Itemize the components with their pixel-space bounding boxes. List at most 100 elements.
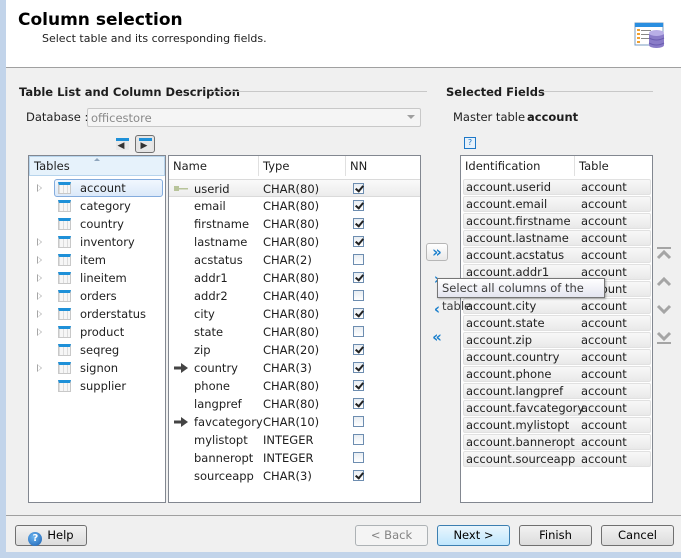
finish-button[interactable]: Finish [519, 525, 592, 546]
move-top-icon[interactable] [656, 246, 672, 262]
selected-field-row[interactable]: account.acstatus account [463, 247, 651, 263]
remove-all-columns-button[interactable]: « [426, 328, 448, 346]
column-row[interactable]: country CHAR(3) [169, 359, 420, 377]
column-header-table[interactable]: Table [575, 156, 652, 176]
not-null-checkbox[interactable] [353, 272, 364, 283]
expand-arrow-icon[interactable] [37, 256, 42, 264]
column-row[interactable]: addr2 CHAR(40) [169, 287, 420, 305]
expand-arrow-icon[interactable] [37, 292, 42, 300]
selected-field-row[interactable]: account.sourceapp account [463, 451, 651, 467]
column-row[interactable]: userid CHAR(80) [169, 179, 420, 197]
column-row[interactable]: mylistopt INTEGER [169, 431, 420, 449]
not-null-checkbox[interactable] [353, 254, 364, 265]
expand-tables-button[interactable]: ▶ [135, 135, 155, 153]
column-row[interactable]: lastname CHAR(80) [169, 233, 420, 251]
column-header-nn[interactable]: NN [346, 156, 420, 176]
table-item-inventory[interactable]: inventory [29, 233, 165, 251]
field-identification: account.city [466, 299, 537, 313]
selected-field-row[interactable]: account.firstname account [463, 213, 651, 229]
selected-field-row[interactable]: account.state account [463, 315, 651, 331]
selected-field-row[interactable]: account.favcategory account [463, 400, 651, 416]
table-item-lineitem[interactable]: lineitem [29, 269, 165, 287]
selected-field-row[interactable]: account.lastname account [463, 230, 651, 246]
selected-fields-table[interactable]: Identification Table account.userid accou… [460, 155, 653, 503]
not-null-checkbox[interactable] [353, 470, 364, 481]
selected-field-row[interactable]: account.city account [463, 298, 651, 314]
selected-field-row[interactable]: account.langpref account [463, 383, 651, 399]
column-row[interactable]: city CHAR(80) [169, 305, 420, 323]
table-item-product[interactable]: product [29, 323, 165, 341]
not-null-checkbox[interactable] [353, 218, 364, 229]
column-row[interactable]: banneropt INTEGER [169, 449, 420, 467]
column-header-name[interactable]: Name [169, 156, 259, 176]
field-identification: account.banneropt [466, 435, 575, 449]
column-type: CHAR(80) [263, 199, 320, 213]
move-up-icon[interactable] [656, 274, 672, 290]
column-row[interactable]: phone CHAR(80) [169, 377, 420, 395]
table-item-seqreg[interactable]: seqreg [29, 341, 165, 359]
not-null-checkbox[interactable] [353, 183, 364, 194]
table-item-account[interactable]: account [29, 179, 165, 197]
expand-arrow-icon[interactable] [37, 238, 42, 246]
next-button[interactable]: Next > [437, 525, 510, 546]
not-null-checkbox[interactable] [353, 200, 364, 211]
selected-field-row[interactable]: account.banneropt account [463, 434, 651, 450]
column-row[interactable]: firstname CHAR(80) [169, 215, 420, 233]
back-button[interactable]: < Back [355, 525, 428, 546]
not-null-checkbox[interactable] [353, 380, 364, 391]
table-item-category[interactable]: category [29, 197, 165, 215]
help-button[interactable]: ? Help [15, 525, 87, 546]
table-item-orderstatus[interactable]: orderstatus [29, 305, 165, 323]
table-item-signon[interactable]: signon [29, 359, 165, 377]
table-icon [58, 290, 71, 302]
tables-tree[interactable]: Tables account category country inventory it… [28, 155, 166, 503]
not-null-checkbox[interactable] [353, 308, 364, 319]
not-null-checkbox[interactable] [353, 434, 364, 445]
not-null-checkbox[interactable] [353, 236, 364, 247]
move-down-icon[interactable] [656, 301, 672, 317]
column-row[interactable]: acstatus CHAR(2) [169, 251, 420, 269]
column-header-type[interactable]: Type [259, 156, 346, 176]
expand-arrow-icon[interactable] [37, 310, 42, 318]
cancel-button[interactable]: Cancel [601, 525, 674, 546]
column-header-identification[interactable]: Identification [461, 156, 575, 176]
selected-field-row[interactable]: account.phone account [463, 366, 651, 382]
question-icon[interactable]: ? [464, 137, 476, 149]
move-bottom-icon[interactable] [656, 329, 672, 345]
table-item-orders[interactable]: orders [29, 287, 165, 305]
column-row[interactable]: zip CHAR(20) [169, 341, 420, 359]
column-row[interactable]: state CHAR(80) [169, 323, 420, 341]
tables-header[interactable]: Tables [29, 156, 165, 176]
column-row[interactable]: favcategory CHAR(10) [169, 413, 420, 431]
selected-field-row[interactable]: account.email account [463, 196, 651, 212]
column-row[interactable]: sourceapp CHAR(3) [169, 467, 420, 485]
not-null-checkbox[interactable] [353, 398, 364, 409]
columns-table[interactable]: Name Type NN userid CHAR(80) email CHAR(80)… [168, 155, 421, 503]
not-null-checkbox[interactable] [353, 344, 364, 355]
collapse-tables-button[interactable]: ◀ [112, 135, 132, 153]
table-icon [58, 308, 71, 320]
table-item-supplier[interactable]: supplier [29, 377, 165, 395]
selected-field-row[interactable]: account.zip account [463, 332, 651, 348]
table-item-item[interactable]: item [29, 251, 165, 269]
not-null-checkbox[interactable] [353, 416, 364, 427]
not-null-checkbox[interactable] [353, 326, 364, 337]
not-null-checkbox[interactable] [353, 452, 364, 463]
table-name: lineitem [80, 271, 127, 285]
expand-arrow-icon[interactable] [37, 364, 42, 372]
add-all-columns-button[interactable]: » [426, 243, 448, 261]
selected-field-row[interactable]: account.country account [463, 349, 651, 365]
table-icon [58, 200, 71, 212]
expand-arrow-icon[interactable] [37, 328, 42, 336]
not-null-checkbox[interactable] [353, 290, 364, 301]
column-row[interactable]: langpref CHAR(80) [169, 395, 420, 413]
column-row[interactable]: addr1 CHAR(80) [169, 269, 420, 287]
expand-arrow-icon[interactable] [37, 274, 42, 282]
selected-field-row[interactable]: account.mylistopt account [463, 417, 651, 433]
database-select[interactable]: officestore [87, 108, 421, 127]
expand-arrow-icon[interactable] [37, 184, 42, 192]
selected-field-row[interactable]: account.userid account [463, 179, 651, 195]
not-null-checkbox[interactable] [353, 362, 364, 373]
table-item-country[interactable]: country [29, 215, 165, 233]
column-row[interactable]: email CHAR(80) [169, 197, 420, 215]
